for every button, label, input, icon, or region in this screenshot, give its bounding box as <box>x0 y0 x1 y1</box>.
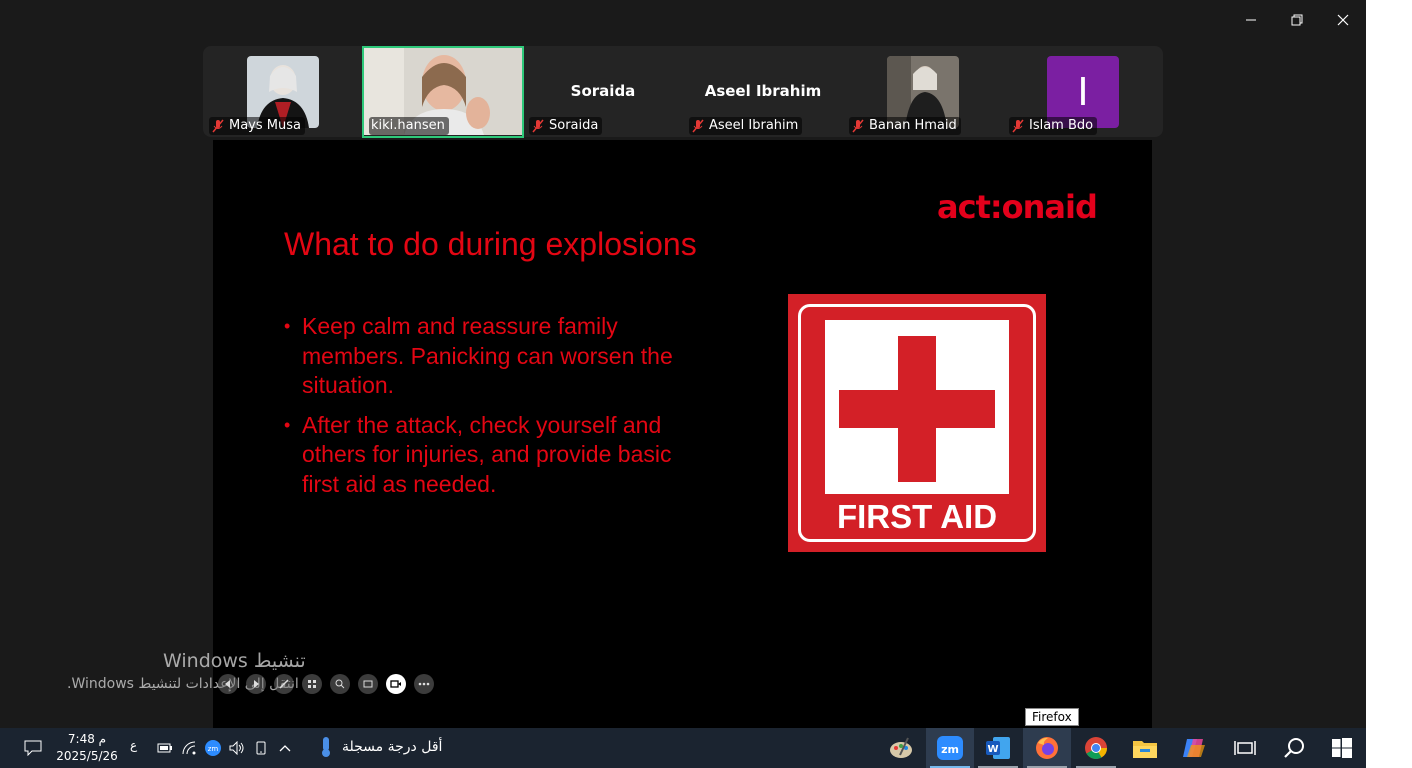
camera-icon <box>390 680 401 688</box>
device-tray[interactable] <box>251 728 271 768</box>
participant-tile[interactable]: I Islam Bdo <box>1003 46 1163 137</box>
slide-toolbar <box>218 674 434 694</box>
participant-tile[interactable]: Soraida Soraida <box>523 46 683 137</box>
mic-muted-icon <box>1012 119 1024 133</box>
svg-text:W: W <box>987 744 998 755</box>
taskbar-app-word[interactable]: W <box>974 728 1022 768</box>
subtitles-button[interactable] <box>358 674 378 694</box>
participant-name: Aseel Ibrahim <box>689 117 803 135</box>
arrow-right-icon <box>254 680 259 688</box>
battery-icon <box>157 743 172 753</box>
bullet-item: • After the attack, check yourself and ot… <box>284 411 672 497</box>
active-speaker-border <box>362 46 524 138</box>
camera-button[interactable] <box>386 674 406 694</box>
thermometer-icon <box>322 737 330 757</box>
firefox-icon <box>1036 737 1058 759</box>
participant-name: Banan Hmaid <box>849 117 961 135</box>
task-view-button[interactable] <box>1221 728 1269 768</box>
participant-strip: Mays Musa kiki.hansen Soraida Soraida As… <box>203 46 1163 137</box>
network-tray[interactable] <box>180 728 200 768</box>
clock-time: 7:48 م <box>67 732 107 746</box>
close-icon <box>1337 14 1349 26</box>
restore-button[interactable] <box>1274 6 1320 34</box>
taskbar-app-firefox[interactable] <box>1023 728 1071 768</box>
chrome-icon <box>1085 737 1107 759</box>
taskbar-app-chrome[interactable] <box>1072 728 1120 768</box>
slide-title: What to do during explosions <box>284 226 697 262</box>
participant-name: Soraida <box>529 117 603 135</box>
next-slide-button[interactable] <box>246 674 266 694</box>
language-indicator[interactable]: ع <box>130 738 137 752</box>
wifi-icon <box>182 741 196 755</box>
subtitles-icon <box>363 680 373 688</box>
svg-text:zm: zm <box>941 743 959 756</box>
taskbar: 7:48 م 2025/5/26 ع zm أقل درجة مسجلة zm … <box>0 728 1366 768</box>
background-strip <box>1366 0 1412 768</box>
system-clock[interactable]: 7:48 م 2025/5/26 <box>52 731 122 765</box>
windows-logo-icon <box>1332 738 1352 758</box>
action-center-button[interactable] <box>20 728 46 768</box>
zoom-tray-icon: zm <box>205 740 221 756</box>
taskbar-tooltip: Firefox <box>1025 708 1079 726</box>
word-icon: W <box>986 737 1010 759</box>
notification-icon <box>24 740 42 756</box>
participant-big-name: Aseel Ibrahim <box>704 82 822 100</box>
mic-muted-icon <box>692 119 704 133</box>
device-icon <box>256 741 266 755</box>
pen-button[interactable] <box>274 674 294 694</box>
show-hidden-icons-button[interactable] <box>275 728 295 768</box>
brand-logo: act:onaid <box>937 188 1098 226</box>
battery-tray[interactable] <box>155 728 175 768</box>
participant-tile[interactable]: Banan Hmaid <box>843 46 1003 137</box>
chevron-up-icon <box>279 745 291 752</box>
more-button[interactable] <box>414 674 434 694</box>
clock-date: 2025/5/26 <box>56 749 118 763</box>
participant-tile[interactable]: Mays Musa <box>203 46 363 137</box>
search-icon <box>1284 738 1304 758</box>
taskbar-app-copilot[interactable] <box>1170 728 1218 768</box>
arrow-left-icon <box>225 680 230 688</box>
participant-name: Mays Musa <box>209 117 305 135</box>
shared-slide: act:onaid What to do during explosions •… <box>213 140 1152 728</box>
more-icon <box>418 682 430 686</box>
participant-name: Islam Bdo <box>1009 117 1098 135</box>
minimize-icon <box>1246 19 1256 21</box>
bullet-item: • Keep calm and reassure family members. … <box>284 313 673 398</box>
bullet-list: • Keep calm and reassure family members. … <box>284 312 714 509</box>
zoom-tray[interactable]: zm <box>203 728 223 768</box>
weather-text: أقل درجة مسجلة <box>342 739 443 755</box>
participant-tile[interactable]: Aseel Ibrahim Aseel Ibrahim <box>683 46 843 137</box>
mic-muted-icon <box>212 119 224 133</box>
taskbar-app-paint[interactable] <box>877 728 925 768</box>
pen-icon <box>279 679 289 689</box>
start-button[interactable] <box>1318 728 1366 768</box>
minimize-button[interactable] <box>1228 6 1274 34</box>
first-aid-label: FIRST AID <box>836 498 998 535</box>
zoom-icon: zm <box>937 736 963 760</box>
grid-icon <box>308 680 316 688</box>
activation-watermark-title: تنشيط Windows <box>163 650 306 672</box>
copilot-icon <box>1183 739 1205 757</box>
paint-icon <box>890 737 912 758</box>
participant-big-name: Soraida <box>570 82 636 100</box>
mic-muted-icon <box>852 119 864 133</box>
restore-icon <box>1291 14 1303 26</box>
magnifier-icon <box>335 679 345 689</box>
prev-slide-button[interactable] <box>218 674 238 694</box>
task-view-icon <box>1234 741 1256 755</box>
taskbar-app-file-explorer[interactable] <box>1121 728 1169 768</box>
first-aid-image: FIRST AID <box>788 294 1046 552</box>
grid-button[interactable] <box>302 674 322 694</box>
speaker-icon <box>229 741 244 755</box>
taskbar-app-zoom[interactable]: zm <box>926 728 974 768</box>
search-button[interactable] <box>1270 728 1318 768</box>
close-button[interactable] <box>1320 6 1366 34</box>
file-explorer-icon <box>1133 741 1157 758</box>
weather-widget[interactable]: أقل درجة مسجلة <box>318 736 442 758</box>
volume-tray[interactable] <box>227 728 247 768</box>
mic-muted-icon <box>532 119 544 133</box>
zoom-button[interactable] <box>330 674 350 694</box>
svg-text:zm: zm <box>208 745 219 753</box>
